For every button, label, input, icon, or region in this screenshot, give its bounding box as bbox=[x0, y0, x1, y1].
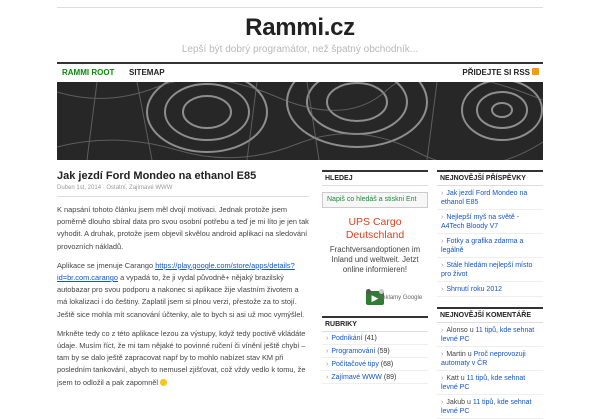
nav-item-rammi-root[interactable]: RAMMI ROOT bbox=[62, 68, 114, 77]
recent-posts-list: › Jak jezdí Ford Mondeo na ethanol E85 › N… bbox=[437, 186, 543, 297]
header-banner-image bbox=[57, 82, 543, 160]
site-title[interactable]: Rammi.cz bbox=[0, 14, 600, 42]
search-input[interactable]: Napiš co hledáš a stiskni Ent bbox=[322, 192, 428, 208]
recent-comments-list: › Alonso u 11 tipů, kde sehnat levné PC ›… bbox=[437, 323, 543, 419]
comment-separator: u bbox=[467, 327, 476, 334]
recent-post-link[interactable]: Shrnutí roku 2012 bbox=[446, 286, 502, 293]
paragraph-2-intro: Aplikace se jmenuje Carango bbox=[57, 260, 156, 270]
site-tagline: Lepší být dobrý programátor, než špatný … bbox=[181, 44, 419, 55]
rss-icon bbox=[532, 68, 539, 76]
ad-reklama-label[interactable]: Reklamy Google bbox=[372, 295, 428, 301]
ad-text: Frachtversandoptionen im Inland und welt… bbox=[329, 245, 421, 274]
comment-separator: u bbox=[465, 399, 473, 406]
post-meta: Duben 1st, 2014 · Ostatní, Zajímavé WWW bbox=[57, 185, 309, 197]
category-count: (89) bbox=[383, 374, 397, 381]
sidebar-middle: HLEDEJ Napiš co hledáš a stiskni Ent UPS… bbox=[322, 170, 428, 384]
comment-author: Katt bbox=[446, 375, 459, 382]
bullet-icon: › bbox=[326, 374, 329, 381]
recent-comments-title: NEJNOVĚJŠÍ KOMENTÁŘE bbox=[437, 307, 543, 323]
bullet-icon: › bbox=[326, 361, 329, 368]
ad-carousel-dots[interactable] bbox=[322, 281, 428, 294]
ad-dot-active[interactable] bbox=[365, 289, 371, 294]
recent-post-link[interactable]: Stále hledám nejlepší místo pro život bbox=[441, 262, 532, 278]
list-item: › Martin u Proč neprovozuji automaty v ČR bbox=[437, 347, 543, 371]
bullet-icon: › bbox=[441, 190, 444, 197]
recent-post-link[interactable]: Fotky a grafika zdarma a legálně bbox=[441, 238, 523, 254]
list-item: › Alonso u 11 tipů, kde sehnat levné PC bbox=[437, 323, 543, 347]
category-count: (68) bbox=[380, 361, 394, 368]
post-body: K napsání tohoto článku jsem měl dvojí m… bbox=[57, 204, 309, 389]
list-item: › Podnikání (41) bbox=[322, 332, 428, 345]
bullet-icon: › bbox=[326, 335, 329, 342]
bullet-icon: › bbox=[441, 262, 444, 269]
bullet-icon: › bbox=[441, 286, 444, 293]
list-item: › Nejlepší myš na světě - A4Tech Bloody V… bbox=[437, 210, 543, 234]
bullet-icon: › bbox=[441, 327, 444, 334]
banner-wood-texture bbox=[57, 82, 543, 160]
comment-author: Jakub bbox=[446, 399, 466, 406]
bullet-icon: › bbox=[326, 348, 329, 355]
category-count: (59) bbox=[377, 348, 390, 355]
bullet-icon: › bbox=[441, 375, 444, 382]
category-link[interactable]: Počítačové tipy bbox=[331, 361, 378, 368]
list-item: › Katt u 11 tipů, kde sehnat levné PC bbox=[437, 371, 543, 395]
comment-author: Martin bbox=[446, 351, 466, 358]
categories-widget-title: RUBRIKY bbox=[322, 316, 428, 332]
paragraph-3-text: Mrkněte tedy co z této aplikace lezou za… bbox=[57, 328, 306, 387]
comment-separator: u bbox=[465, 351, 474, 358]
list-item: › Jak jezdí Ford Mondeo na ethanol E85 bbox=[437, 186, 543, 210]
blog-post: Jak jezdí Ford Mondeo na ethanol E85 Dub… bbox=[57, 170, 309, 389]
sidebar-right: NEJNOVĚJŠÍ PŘÍSPĚVKY › Jak jezdí Ford Mon… bbox=[437, 170, 543, 419]
comment-author: Alonso bbox=[446, 327, 468, 334]
ad-title[interactable]: UPS Cargo Deutschland bbox=[322, 216, 428, 242]
rss-link[interactable]: PŘIDEJTE SI RSS bbox=[462, 68, 539, 77]
bullet-icon: › bbox=[441, 399, 444, 406]
category-link[interactable]: Zajímavé WWW bbox=[331, 374, 382, 381]
list-item: › Počítačové tipy (68) bbox=[322, 358, 428, 371]
recent-post-link[interactable]: Jak jezdí Ford Mondeo na ethanol E85 bbox=[441, 190, 527, 206]
category-link[interactable]: Programování bbox=[331, 348, 375, 355]
search-widget-title: HLEDEJ bbox=[322, 170, 428, 186]
top-divider bbox=[57, 7, 543, 8]
bullet-icon: › bbox=[441, 351, 444, 358]
categories-list: › Podnikání (41) › Programování (59) › Počí… bbox=[322, 332, 428, 384]
list-item: › Zajímavé WWW (89) bbox=[322, 371, 428, 384]
rss-label: PŘIDEJTE SI RSS bbox=[462, 68, 530, 77]
post-title[interactable]: Jak jezdí Ford Mondeo na ethanol E85 bbox=[57, 170, 309, 183]
bullet-icon: › bbox=[441, 214, 444, 221]
post-paragraph-2: Aplikace se jmenuje Carango https://play… bbox=[57, 260, 309, 321]
nav-item-sitemap[interactable]: SITEMAP bbox=[129, 68, 165, 77]
post-paragraph-1: K napsání tohoto článku jsem měl dvojí m… bbox=[57, 205, 309, 251]
category-count: (41) bbox=[364, 335, 377, 342]
main-nav: RAMMI ROOT SITEMAP PŘIDEJTE SI RSS bbox=[57, 62, 543, 83]
recent-posts-title: NEJNOVĚJŠÍ PŘÍSPĚVKY bbox=[437, 170, 543, 186]
comment-separator: u bbox=[458, 375, 467, 382]
post-paragraph-3: Mrkněte tedy co z této aplikace lezou za… bbox=[57, 328, 309, 389]
list-item: › Programování (59) bbox=[322, 345, 428, 358]
category-link[interactable]: Podnikání bbox=[331, 335, 362, 342]
recent-post-link[interactable]: Nejlepší myš na světě - A4Tech Bloody V7 bbox=[441, 214, 519, 230]
google-ad[interactable]: UPS Cargo Deutschland Frachtversandoptio… bbox=[322, 216, 428, 305]
bullet-icon: › bbox=[441, 238, 444, 245]
list-item: › Stále hledám nejlepší místo pro život bbox=[437, 258, 543, 282]
list-item: › Fotky a grafika zdarma a legálně bbox=[437, 234, 543, 258]
smiley-icon bbox=[160, 379, 168, 387]
list-item: › Jakub u 11 tipů, kde sehnat levné PC bbox=[437, 395, 543, 419]
list-item: › Shrnutí roku 2012 bbox=[437, 282, 543, 297]
